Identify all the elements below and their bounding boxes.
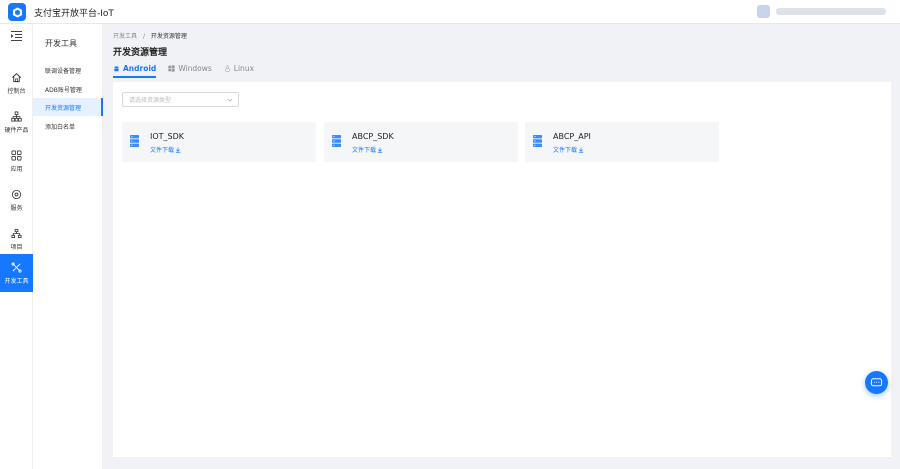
subnav-item-debug-devices[interactable]: 联调设备管理 bbox=[33, 61, 103, 79]
tab-linux[interactable]: Linux bbox=[224, 60, 254, 76]
resource-panel: 请选择资源类型 IOT_SDK 文件下载 ABCP_SDK 文件下载 ABCP_… bbox=[113, 82, 891, 457]
download-link-label: 文件下载 bbox=[352, 147, 377, 154]
avatar[interactable] bbox=[757, 5, 770, 18]
nav-item-label: 控制台 bbox=[7, 87, 26, 95]
tab-label: Android bbox=[123, 63, 157, 73]
resource-card-abcp-api: ABCP_API 文件下载 bbox=[525, 122, 719, 162]
chat-help-button[interactable] bbox=[865, 371, 888, 394]
download-link[interactable]: 文件下载 bbox=[352, 145, 383, 154]
linux-icon bbox=[225, 64, 230, 72]
nav-item-label: 开发工具 bbox=[4, 277, 29, 285]
card-title: IOT_SDK bbox=[150, 132, 185, 141]
database-icon bbox=[533, 135, 542, 147]
breadcrumb-separator: / bbox=[142, 33, 145, 40]
android-icon bbox=[114, 65, 119, 71]
user-account[interactable] bbox=[757, 5, 886, 18]
user-name-blurred bbox=[776, 8, 886, 15]
nav-item-dev-tools[interactable]: 开发工具 bbox=[0, 254, 33, 292]
download-link[interactable]: 文件下载 bbox=[150, 145, 181, 154]
nav-item-projects[interactable]: 项目 bbox=[0, 220, 33, 258]
download-icon bbox=[175, 147, 181, 153]
subnav-title: 开发工具 bbox=[45, 39, 77, 48]
breadcrumb-current: 开发资源管理 bbox=[150, 33, 187, 40]
download-link-label: 文件下载 bbox=[553, 147, 578, 154]
resource-card-iot-sdk: IOT_SDK 文件下载 bbox=[122, 122, 316, 162]
nav-item-label: 应用 bbox=[10, 165, 23, 173]
top-bar: 支付宝开放平台-IoT bbox=[0, 0, 900, 24]
database-icon bbox=[130, 135, 139, 147]
resource-type-select[interactable]: 请选择资源类型 bbox=[122, 92, 239, 107]
nav-item-label: 服务 bbox=[10, 204, 23, 212]
sub-nav: 开发工具 联调设备管理 ADB账号管理 开发资源管理 添加白名单 bbox=[33, 24, 103, 469]
app-logo[interactable] bbox=[8, 3, 26, 21]
select-placeholder: 请选择资源类型 bbox=[129, 97, 172, 104]
download-icon bbox=[578, 147, 584, 153]
breadcrumb-root[interactable]: 开发工具 bbox=[113, 33, 137, 40]
database-icon bbox=[332, 135, 341, 147]
resource-card-abcp-sdk: ABCP_SDK 文件下载 bbox=[324, 122, 518, 162]
subnav-item-dev-resources[interactable]: 开发资源管理 bbox=[33, 98, 103, 116]
nav-item-console[interactable]: 控制台 bbox=[0, 64, 33, 102]
platform-tabs: Android Windows Linux bbox=[113, 60, 266, 78]
nav-item-apps[interactable]: 应用 bbox=[0, 142, 33, 180]
hierarchy-icon bbox=[11, 111, 22, 121]
project-icon bbox=[11, 228, 22, 238]
nav-item-services[interactable]: 服务 bbox=[0, 181, 33, 219]
settings-icon bbox=[11, 189, 22, 199]
nav-item-label: 硬件产品 bbox=[4, 126, 29, 134]
download-link[interactable]: 文件下载 bbox=[553, 145, 584, 154]
windows-icon bbox=[168, 64, 175, 72]
download-link-label: 文件下载 bbox=[150, 147, 175, 154]
card-title: ABCP_API bbox=[553, 132, 591, 141]
card-title: ABCP_SDK bbox=[352, 132, 394, 141]
tools-icon bbox=[11, 261, 22, 273]
menu-toggle-icon[interactable] bbox=[10, 30, 23, 42]
main-nav: 控制台 硬件产品 应用 服务 项目 开发工具 bbox=[0, 24, 33, 469]
chevron-down-icon bbox=[227, 98, 233, 102]
breadcrumb: 开发工具 / 开发资源管理 bbox=[113, 31, 187, 40]
nav-item-label: 项目 bbox=[10, 243, 23, 251]
subnav-item-adb-accounts[interactable]: ADB账号管理 bbox=[33, 80, 103, 98]
home-icon bbox=[12, 72, 21, 82]
tab-label: Windows bbox=[178, 63, 212, 73]
tab-windows[interactable]: Windows bbox=[168, 60, 212, 76]
subnav-item-whitelist[interactable]: 添加白名单 bbox=[33, 117, 103, 135]
chat-icon bbox=[870, 378, 883, 387]
logo-icon bbox=[12, 6, 22, 18]
tab-label: Linux bbox=[233, 63, 255, 73]
download-icon bbox=[377, 147, 383, 153]
page-title: 开发资源管理 bbox=[113, 48, 168, 58]
nav-item-hardware[interactable]: 硬件产品 bbox=[0, 103, 33, 141]
app-title: 支付宝开放平台-IoT bbox=[34, 9, 114, 19]
apps-icon bbox=[11, 150, 22, 160]
tab-android[interactable]: Android bbox=[113, 60, 157, 78]
